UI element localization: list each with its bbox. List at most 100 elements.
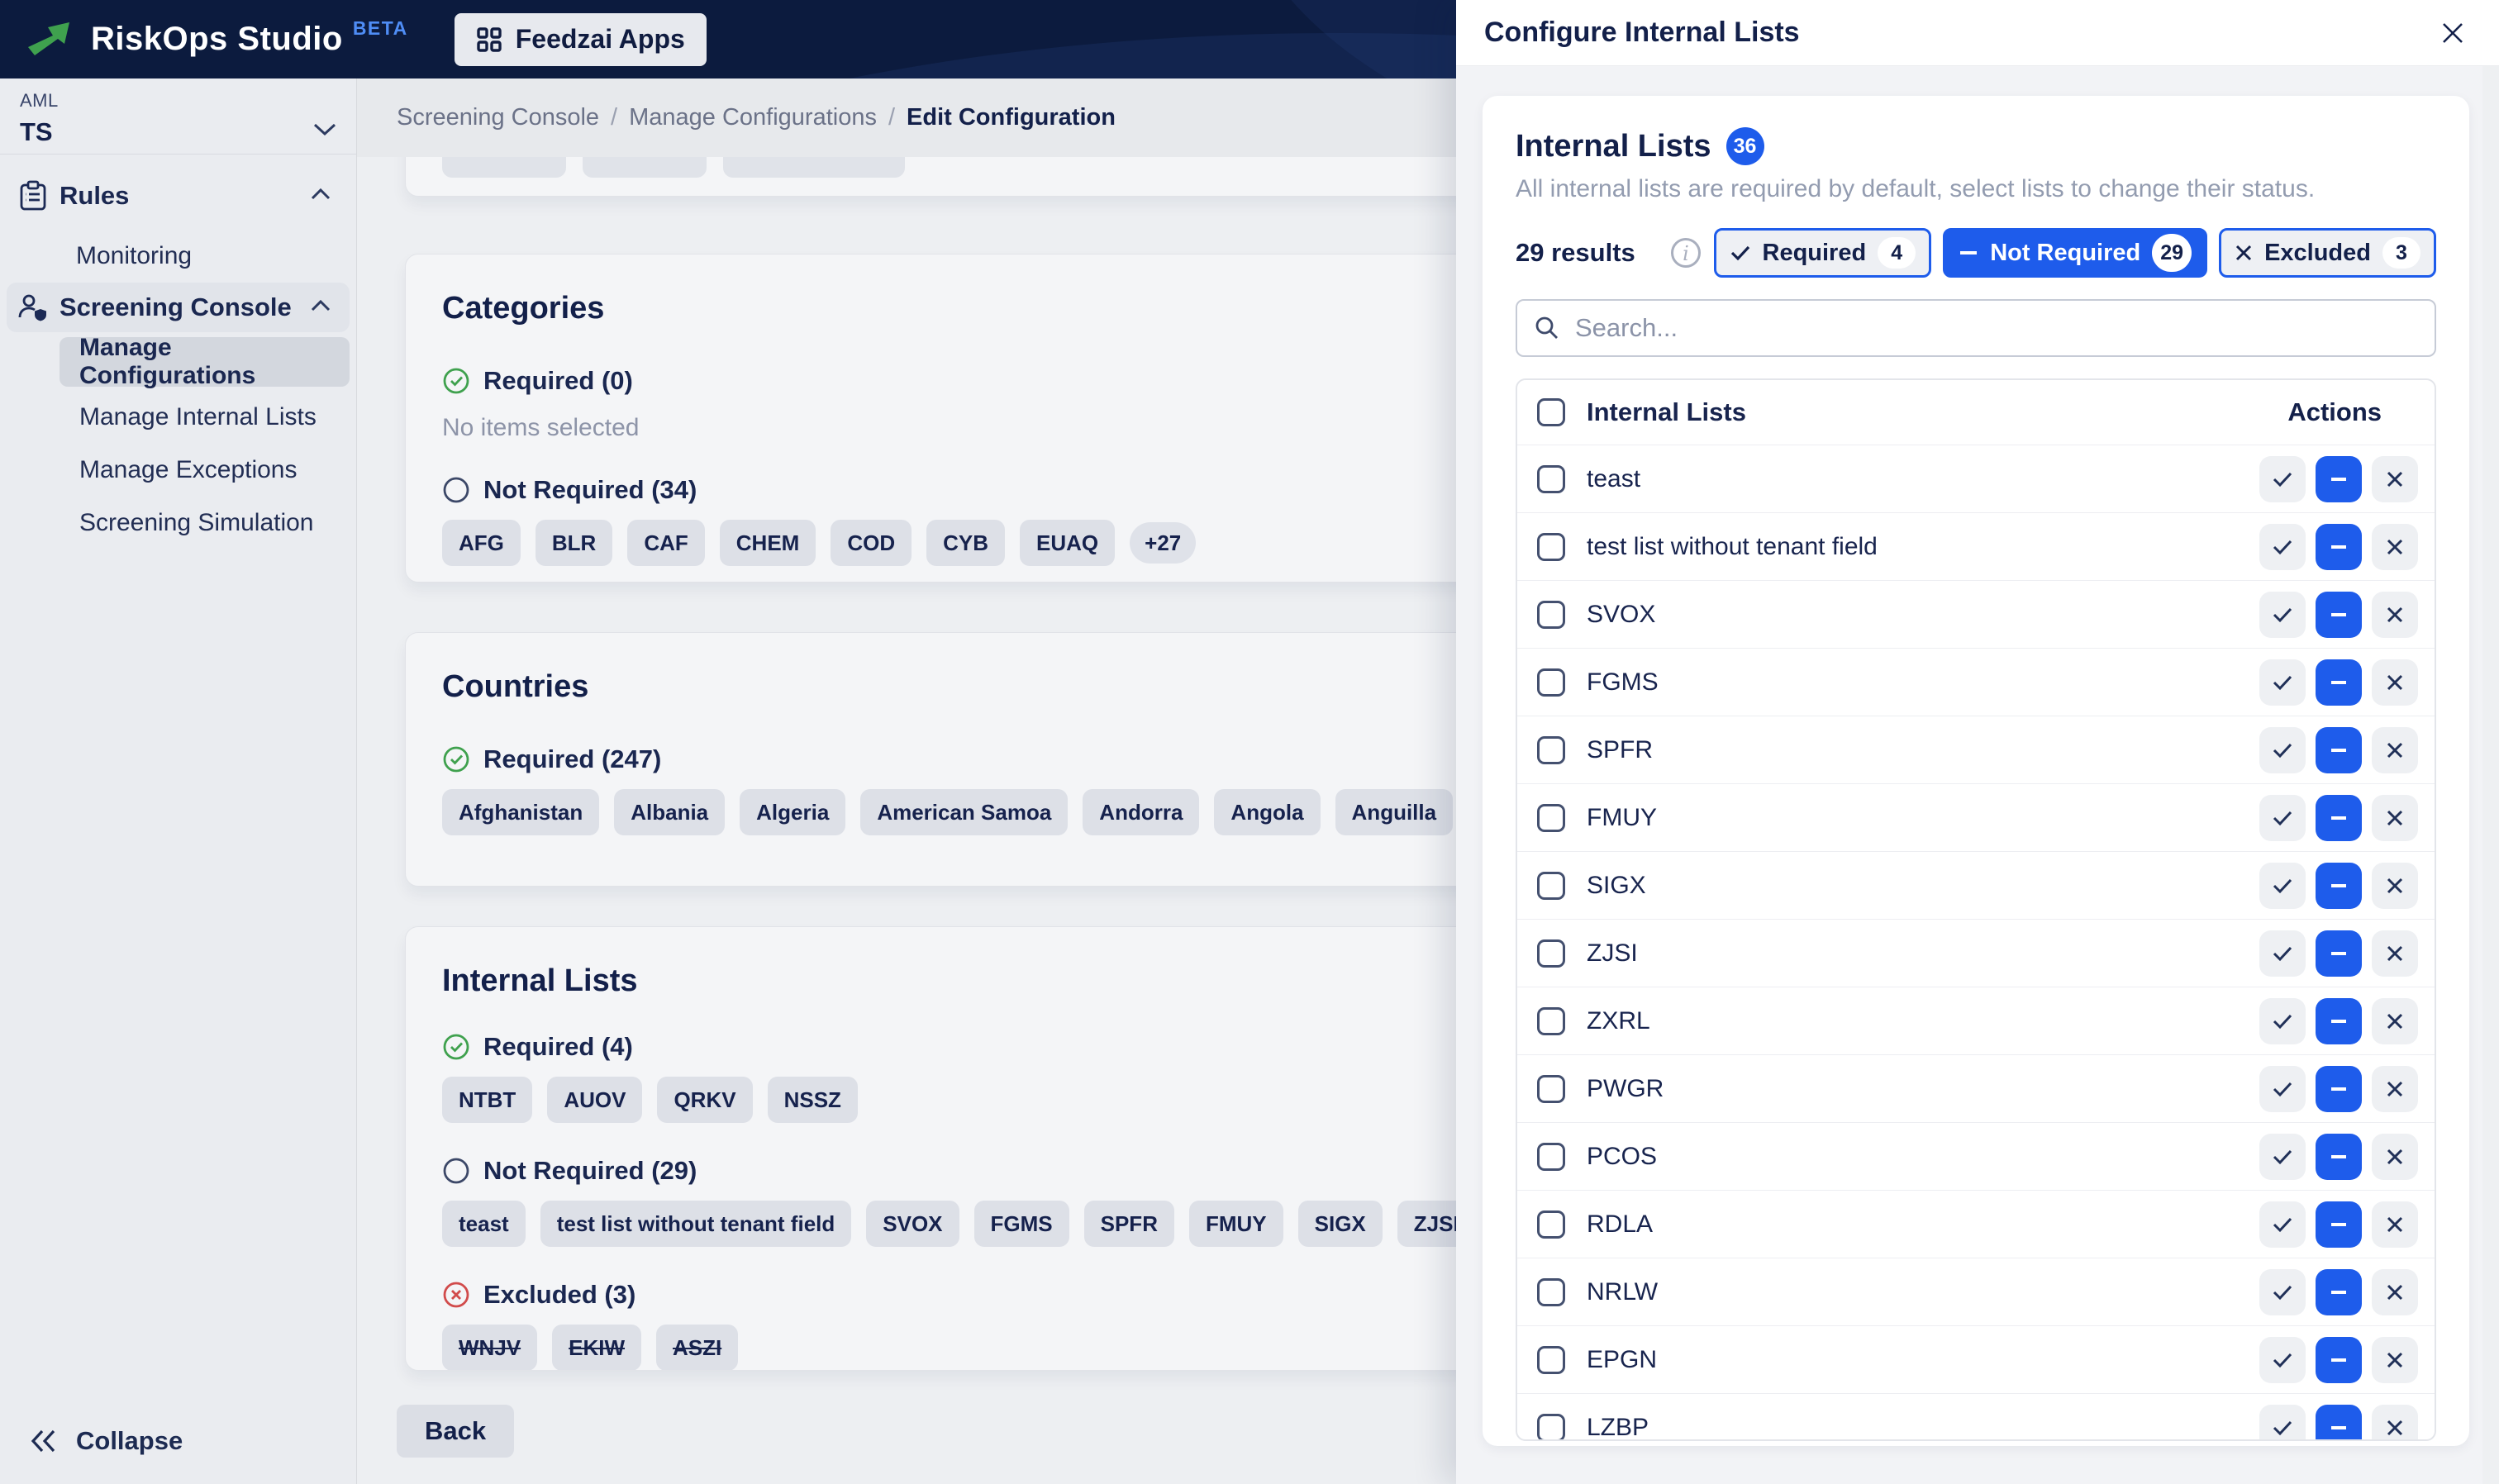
set-not-required-button[interactable] xyxy=(2316,455,2362,502)
set-excluded-button[interactable] xyxy=(2372,659,2418,706)
set-excluded-button[interactable] xyxy=(2372,1065,2418,1112)
row-checkbox[interactable] xyxy=(1537,1413,1565,1439)
sidebar-item-monitoring[interactable]: Monitoring xyxy=(7,237,350,275)
chevron-down-icon[interactable] xyxy=(312,121,337,140)
panel-scrollbar[interactable] xyxy=(2482,66,2499,1484)
country-chip: Albania xyxy=(614,789,726,835)
row-checkbox[interactable] xyxy=(1537,532,1565,561)
set-required-button[interactable] xyxy=(2259,997,2306,1044)
set-not-required-button[interactable] xyxy=(2316,1133,2362,1180)
internal-list-chip: NTBT xyxy=(442,1077,533,1123)
set-required-button[interactable] xyxy=(2259,794,2306,841)
feedzai-apps-button[interactable]: Feedzai Apps xyxy=(454,12,707,66)
set-not-required-button[interactable] xyxy=(2316,1268,2362,1315)
sidebar-item-manage-internal-lists[interactable]: Manage Internal Lists xyxy=(7,398,350,436)
set-required-button[interactable] xyxy=(2259,455,2306,502)
row-checkbox[interactable] xyxy=(1537,939,1565,968)
row-checkbox[interactable] xyxy=(1537,1142,1565,1171)
row-checkbox[interactable] xyxy=(1537,735,1565,764)
set-required-button[interactable] xyxy=(2259,1404,2306,1439)
set-excluded-button[interactable] xyxy=(2372,862,2418,909)
row-checkbox[interactable] xyxy=(1537,600,1565,629)
row-checkbox[interactable] xyxy=(1537,1210,1565,1239)
clipboard-icon xyxy=(7,180,60,212)
sidebar-item-screening-console[interactable]: Screening Console xyxy=(7,283,350,332)
sidebar-item-label: Screening Console xyxy=(60,293,292,321)
row-checkbox[interactable] xyxy=(1537,871,1565,900)
sidebar-item-manage-configurations[interactable]: Manage Configurations xyxy=(60,334,350,389)
list-name: LZBP xyxy=(1587,1413,1649,1441)
set-excluded-button[interactable] xyxy=(2372,726,2418,773)
workspace-name: TS xyxy=(20,117,53,146)
workspace-selector[interactable]: AML TS xyxy=(20,90,59,147)
set-required-button[interactable] xyxy=(2259,862,2306,909)
set-required-button[interactable] xyxy=(2259,1336,2306,1383)
set-excluded-button[interactable] xyxy=(2372,794,2418,841)
set-excluded-button[interactable] xyxy=(2372,1201,2418,1248)
row-checkbox[interactable] xyxy=(1537,1345,1565,1374)
set-not-required-button[interactable] xyxy=(2316,591,2362,638)
set-not-required-button[interactable] xyxy=(2316,1201,2362,1248)
breadcrumb-manage-configurations[interactable]: Manage Configurations xyxy=(629,104,877,131)
filter-not-required-button[interactable]: Not Required 29 xyxy=(1943,228,2208,278)
set-required-button[interactable] xyxy=(2259,930,2306,977)
sidebar-item-rules[interactable]: Rules xyxy=(7,171,350,221)
set-not-required-button[interactable] xyxy=(2316,726,2362,773)
results-count: 29 results xyxy=(1516,238,1635,267)
row-checkbox[interactable] xyxy=(1537,803,1565,832)
set-excluded-button[interactable] xyxy=(2372,1133,2418,1180)
not-required-circle-icon xyxy=(442,1157,470,1185)
list-name: RDLA xyxy=(1587,1210,1654,1238)
row-checkbox[interactable] xyxy=(1537,668,1565,697)
set-excluded-button[interactable] xyxy=(2372,1404,2418,1439)
set-not-required-button[interactable] xyxy=(2316,930,2362,977)
search-input[interactable] xyxy=(1573,312,2418,344)
row-checkbox[interactable] xyxy=(1537,1074,1565,1103)
set-excluded-button[interactable] xyxy=(2372,455,2418,502)
internal-list-chip: teast xyxy=(442,1201,526,1247)
set-required-button[interactable] xyxy=(2259,1065,2306,1112)
set-excluded-button[interactable] xyxy=(2372,997,2418,1044)
breadcrumb-screening-console[interactable]: Screening Console xyxy=(397,104,599,131)
set-excluded-button[interactable] xyxy=(2372,1336,2418,1383)
set-required-button[interactable] xyxy=(2259,1268,2306,1315)
panel-section-title: Internal Lists xyxy=(1516,128,1711,164)
set-not-required-button[interactable] xyxy=(2316,659,2362,706)
sidebar-item-screening-simulation[interactable]: Screening Simulation xyxy=(7,504,350,542)
set-required-button[interactable] xyxy=(2259,1133,2306,1180)
set-not-required-button[interactable] xyxy=(2316,1065,2362,1112)
set-not-required-button[interactable] xyxy=(2316,1404,2362,1439)
filter-required-button[interactable]: Required 4 xyxy=(1713,228,1932,278)
sidebar-item-manage-exceptions[interactable]: Manage Exceptions xyxy=(7,451,350,489)
list-name: NRLW xyxy=(1587,1277,1659,1306)
row-checkbox[interactable] xyxy=(1537,1277,1565,1306)
set-excluded-button[interactable] xyxy=(2372,930,2418,977)
set-required-button[interactable] xyxy=(2259,726,2306,773)
category-overflow-chip[interactable]: +27 xyxy=(1130,522,1197,564)
filter-excluded-button[interactable]: Excluded 3 xyxy=(2219,228,2436,278)
close-icon[interactable] xyxy=(2435,15,2471,51)
back-button[interactable]: Back xyxy=(397,1405,515,1458)
set-required-button[interactable] xyxy=(2259,523,2306,570)
set-excluded-button[interactable] xyxy=(2372,523,2418,570)
table-header-row: Internal Lists Actions xyxy=(1517,380,2435,445)
internal-list-chip: FGMS xyxy=(973,1201,1069,1247)
set-not-required-button[interactable] xyxy=(2316,997,2362,1044)
set-required-button[interactable] xyxy=(2259,591,2306,638)
set-not-required-button[interactable] xyxy=(2316,794,2362,841)
select-all-checkbox[interactable] xyxy=(1537,398,1565,426)
beta-badge: BETA xyxy=(352,17,408,39)
internal-lists-panel-card: Internal Lists 36 All internal lists are… xyxy=(1483,96,2469,1446)
row-checkbox[interactable] xyxy=(1537,1006,1565,1035)
set-not-required-button[interactable] xyxy=(2316,523,2362,570)
set-required-button[interactable] xyxy=(2259,1201,2306,1248)
set-not-required-button[interactable] xyxy=(2316,1336,2362,1383)
set-required-button[interactable] xyxy=(2259,659,2306,706)
info-icon[interactable]: i xyxy=(1669,236,1702,269)
row-checkbox[interactable] xyxy=(1537,464,1565,493)
set-excluded-button[interactable] xyxy=(2372,591,2418,638)
country-chip: Afghanistan xyxy=(442,789,600,835)
set-excluded-button[interactable] xyxy=(2372,1268,2418,1315)
collapse-sidebar-button[interactable]: Collapse xyxy=(30,1426,183,1456)
set-not-required-button[interactable] xyxy=(2316,862,2362,909)
